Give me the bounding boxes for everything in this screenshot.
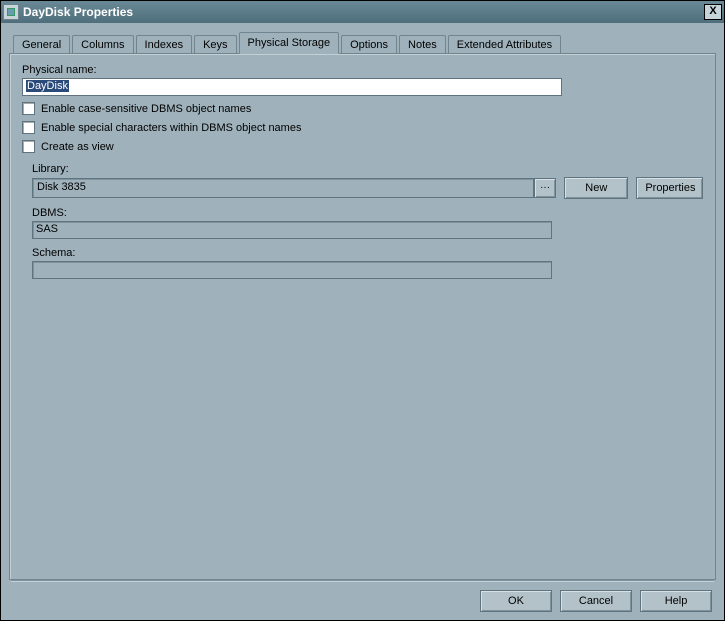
library-group: Library: Disk 3835 ... New Properties DB… xyxy=(32,163,703,279)
help-button[interactable]: Help xyxy=(640,590,712,612)
dbms-label: DBMS: xyxy=(32,207,703,219)
dialog-button-bar: OK Cancel Help xyxy=(480,590,712,612)
tab-notes[interactable]: Notes xyxy=(399,35,446,54)
cancel-button[interactable]: Cancel xyxy=(560,590,632,612)
checkbox-create-as-view[interactable] xyxy=(22,140,35,153)
tab-general[interactable]: General xyxy=(13,35,70,54)
tab-keys[interactable]: Keys xyxy=(194,35,236,54)
window-title: DayDisk Properties xyxy=(23,5,704,19)
ok-button[interactable]: OK xyxy=(480,590,552,612)
checkbox-special-chars[interactable] xyxy=(22,121,35,134)
checkbox-view-label: Create as view xyxy=(41,141,114,153)
schema-label: Schema: xyxy=(32,247,703,259)
dialog-window: DayDisk Properties X General Columns Ind… xyxy=(0,0,725,621)
physical-name-input[interactable]: DayDisk xyxy=(22,78,562,96)
properties-button[interactable]: Properties xyxy=(636,177,703,199)
app-icon xyxy=(3,4,19,20)
browse-button[interactable]: ... xyxy=(534,178,556,198)
tab-indexes[interactable]: Indexes xyxy=(136,35,193,54)
checkbox-row-view: Create as view xyxy=(22,140,703,153)
client-area: General Columns Indexes Keys Physical St… xyxy=(1,23,724,620)
library-value: Disk 3835 xyxy=(37,181,86,193)
physical-name-label: Physical name: xyxy=(22,64,703,76)
physical-name-value: DayDisk xyxy=(26,80,69,92)
tab-panel: General Columns Indexes Keys Physical St… xyxy=(9,31,716,580)
titlebar: DayDisk Properties X xyxy=(1,1,724,23)
dbms-value: SAS xyxy=(36,223,58,235)
dbms-field: SAS xyxy=(32,221,552,239)
library-label: Library: xyxy=(32,163,703,175)
new-button[interactable]: New xyxy=(564,177,628,199)
tab-columns[interactable]: Columns xyxy=(72,35,133,54)
tab-extended-attributes[interactable]: Extended Attributes xyxy=(448,35,561,54)
library-input[interactable]: Disk 3835 xyxy=(32,178,534,198)
tab-physical-storage[interactable]: Physical Storage xyxy=(239,32,340,54)
checkbox-case-label: Enable case-sensitive DBMS object names xyxy=(41,103,251,115)
checkbox-row-case: Enable case-sensitive DBMS object names xyxy=(22,102,703,115)
separator xyxy=(11,580,714,582)
tab-options[interactable]: Options xyxy=(341,35,397,54)
checkbox-row-special: Enable special characters within DBMS ob… xyxy=(22,121,703,134)
tab-strip: General Columns Indexes Keys Physical St… xyxy=(13,31,716,53)
schema-field[interactable] xyxy=(32,261,552,279)
checkbox-case-sensitive[interactable] xyxy=(22,102,35,115)
checkbox-special-label: Enable special characters within DBMS ob… xyxy=(41,122,301,134)
close-icon[interactable]: X xyxy=(704,4,722,20)
tab-body: Physical name: DayDisk Enable case-sensi… xyxy=(9,53,716,580)
